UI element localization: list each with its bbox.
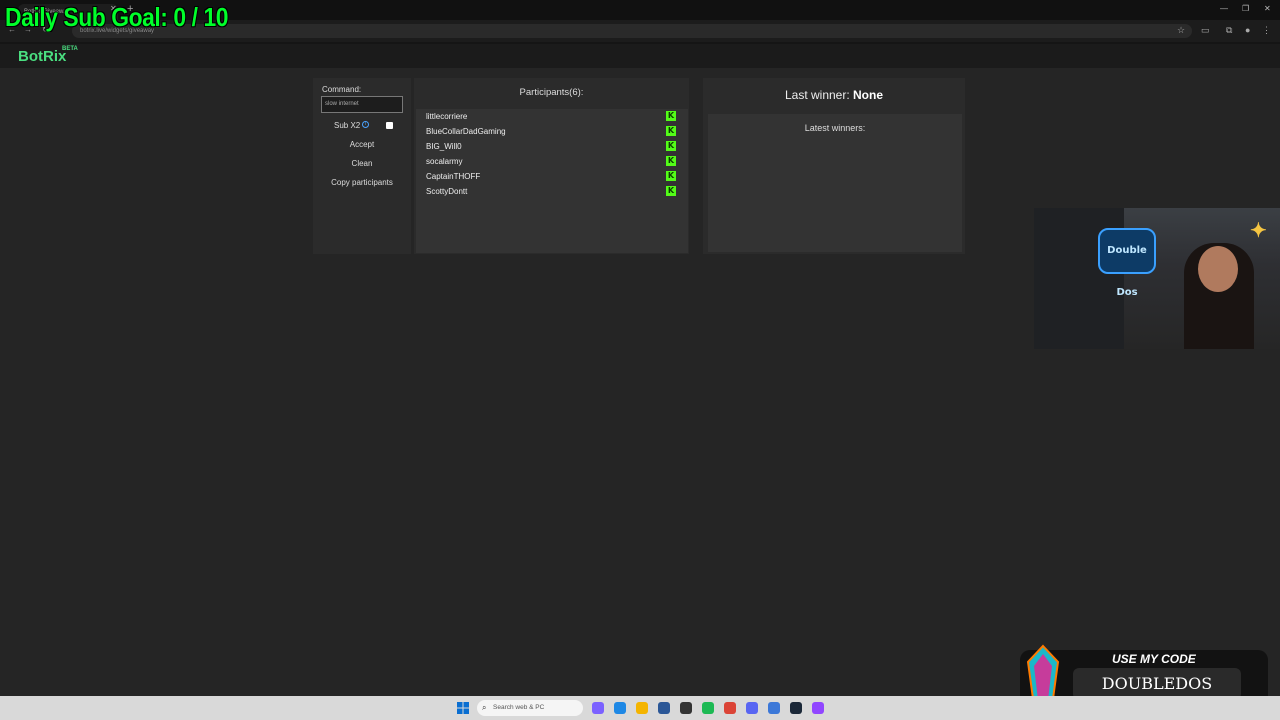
taskbar-search[interactable]: Search web & PC <box>477 700 583 716</box>
address-bar[interactable]: botrix.live/widgets/giveaway <box>72 24 1192 38</box>
spotify-icon[interactable] <box>702 702 714 714</box>
extensions-icon[interactable]: ⧉ <box>1226 25 1232 36</box>
kick-icon: K <box>666 126 676 136</box>
edge-icon[interactable] <box>614 702 626 714</box>
sub-multiplier-label: Sub X2 <box>334 121 361 130</box>
sub-multiplier-checkbox[interactable] <box>386 122 393 129</box>
profile-avatar-icon[interactable]: ● <box>1245 25 1250 35</box>
double-dos-neon-logo: Double Dos <box>1098 228 1156 298</box>
steam-icon[interactable] <box>790 702 802 714</box>
participant-name: socalarmy <box>426 157 463 166</box>
kick-icon: K <box>666 186 676 196</box>
kick-icon: K <box>666 156 676 166</box>
bookmark-star-icon[interactable]: ☆ <box>1177 25 1185 36</box>
last-winner-label: Last winner: <box>784 88 850 102</box>
participants-title: Participants(6): <box>519 87 584 98</box>
windows-start-icon[interactable] <box>457 702 469 714</box>
maximize-icon[interactable]: ❐ <box>1242 4 1249 13</box>
webcam-feed: Double Dos ✦ <box>1034 208 1280 349</box>
participant-name: ScottyDontt <box>426 187 468 196</box>
participant-name: BlueCollarDadGaming <box>426 127 506 136</box>
copilot-icon[interactable] <box>592 702 604 714</box>
info-icon[interactable]: i <box>362 121 369 128</box>
file-explorer-icon[interactable] <box>636 702 648 714</box>
clean-button[interactable]: Clean <box>321 156 403 172</box>
participant-name: CaptainTHOFF <box>426 172 481 181</box>
last-winner: Last winner: None <box>703 88 965 102</box>
use-my-code-label: USE MY CODE <box>1112 652 1196 666</box>
kick-icon: K <box>666 171 676 181</box>
beta-badge: BETA <box>62 46 78 52</box>
participant-name: littlecorriere <box>426 112 468 121</box>
app-icon[interactable] <box>768 702 780 714</box>
kick-icon: K <box>666 141 676 151</box>
obs-icon[interactable] <box>680 702 692 714</box>
store-icon[interactable] <box>658 702 670 714</box>
latest-winners-box <box>708 114 962 252</box>
kick-icon: K <box>666 111 676 121</box>
botrix-logo[interactable]: BotRix <box>18 48 66 65</box>
sub-goal-overlay: Daily Sub Goal: 0 / 10 <box>5 2 229 32</box>
webcam-face <box>1198 246 1238 292</box>
command-label: Command: <box>322 85 362 94</box>
participant-name: BIG_Will0 <box>426 142 462 151</box>
twitch-icon[interactable] <box>812 702 824 714</box>
app-header <box>0 44 1280 68</box>
accept-button[interactable]: Accept <box>321 137 403 153</box>
chrome-icon[interactable] <box>724 702 736 714</box>
discord-icon[interactable] <box>746 702 758 714</box>
copy-participants-button[interactable]: Copy participants <box>321 175 403 191</box>
last-winner-value: None <box>853 88 884 102</box>
gold-emblem-icon: ✦ <box>1250 218 1267 242</box>
latest-winners-title: Latest winners: <box>804 123 866 133</box>
window-close-icon[interactable]: ✕ <box>1264 4 1271 13</box>
command-input[interactable]: slow internet <box>321 96 403 113</box>
menu-icon[interactable]: ⋮ <box>1262 25 1271 36</box>
minimize-icon[interactable]: — <box>1220 4 1228 13</box>
search-icon: ⌕ <box>482 703 487 712</box>
cast-icon[interactable]: ▭ <box>1201 25 1210 36</box>
